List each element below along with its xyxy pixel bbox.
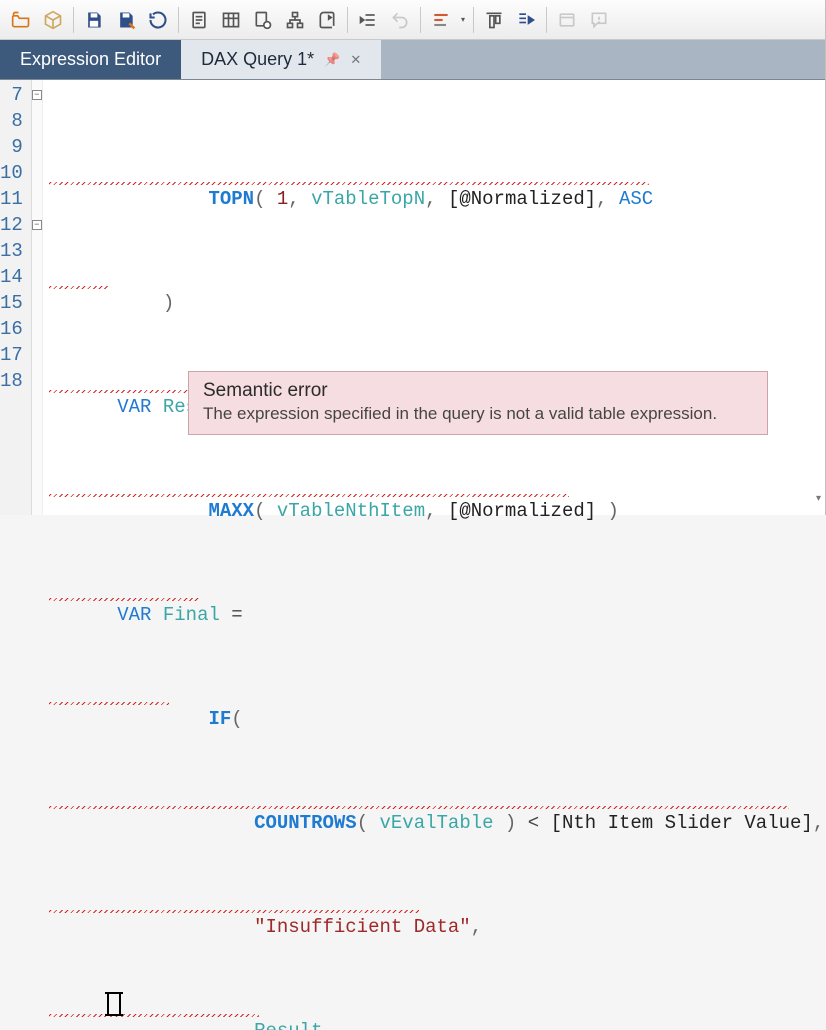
text-cursor [107, 992, 121, 1016]
pin-icon[interactable]: 📌 [324, 52, 340, 68]
folder-open-icon[interactable] [6, 5, 36, 35]
save-icon[interactable] [79, 5, 109, 35]
code-line: ) [49, 264, 824, 290]
scroll-caret-icon[interactable]: ▾ [816, 487, 821, 513]
code-editor[interactable]: 7 8 9 10 11 12 13 14 15 16 17 18 − − TOP… [0, 80, 825, 515]
refresh-icon[interactable] [143, 5, 173, 35]
toolbar-separator [546, 7, 547, 33]
toolbar-separator [420, 7, 421, 33]
tab-strip: Expression Editor DAX Query 1* 📌 ✕ [0, 40, 825, 80]
close-icon[interactable]: ✕ [350, 52, 361, 68]
code-line: TOPN( 1, vTableTopN, [@Normalized], ASC [49, 160, 824, 186]
tab-dax-query[interactable]: DAX Query 1* 📌 ✕ [181, 40, 382, 79]
indent-icon[interactable] [353, 5, 383, 35]
page-icon[interactable] [184, 5, 214, 35]
format-icon[interactable] [426, 5, 456, 35]
toolbar-separator [347, 7, 348, 33]
error-title: Semantic error [203, 380, 753, 402]
dropdown-caret-icon[interactable]: ▾ [458, 5, 468, 35]
align-top-icon[interactable] [479, 5, 509, 35]
error-tooltip: Semantic error The expression specified … [188, 371, 768, 435]
comment-icon[interactable] [584, 5, 614, 35]
toolbar: ▾ [0, 0, 825, 40]
package-icon[interactable] [38, 5, 68, 35]
tab-label: DAX Query 1* [201, 49, 314, 70]
code-line: Result [49, 992, 824, 1018]
code-line: COUNTROWS( vEvalTable ) < [Nth Item Slid… [49, 784, 824, 810]
run-icon[interactable] [511, 5, 541, 35]
fold-column: − − [32, 80, 43, 515]
page-measure-icon[interactable] [248, 5, 278, 35]
undo-redo-icon[interactable] [385, 5, 415, 35]
line-number-gutter: 7 8 9 10 11 12 13 14 15 16 17 18 [0, 80, 32, 515]
toolbar-separator [178, 7, 179, 33]
save-as-icon[interactable] [111, 5, 141, 35]
code-line: VAR Final = [49, 576, 824, 602]
table-icon[interactable] [216, 5, 246, 35]
tab-label: Expression Editor [20, 49, 161, 70]
toolbar-separator [473, 7, 474, 33]
code-line: MAXX( vTableNthItem, [@Normalized] ) [49, 472, 824, 498]
code-line: "Insufficient Data", [49, 888, 824, 914]
code-line: IF( [49, 680, 824, 706]
code-area[interactable]: TOPN( 1, vTableTopN, [@Normalized], ASC … [43, 80, 826, 515]
error-message: The expression specified in the query is… [203, 404, 753, 424]
toolbar-separator [73, 7, 74, 33]
fold-toggle[interactable]: − [32, 90, 42, 100]
script-icon[interactable] [312, 5, 342, 35]
tab-expression-editor[interactable]: Expression Editor [0, 40, 181, 79]
fold-toggle[interactable]: − [32, 220, 42, 230]
hierarchy-icon[interactable] [280, 5, 310, 35]
window-icon[interactable] [552, 5, 582, 35]
